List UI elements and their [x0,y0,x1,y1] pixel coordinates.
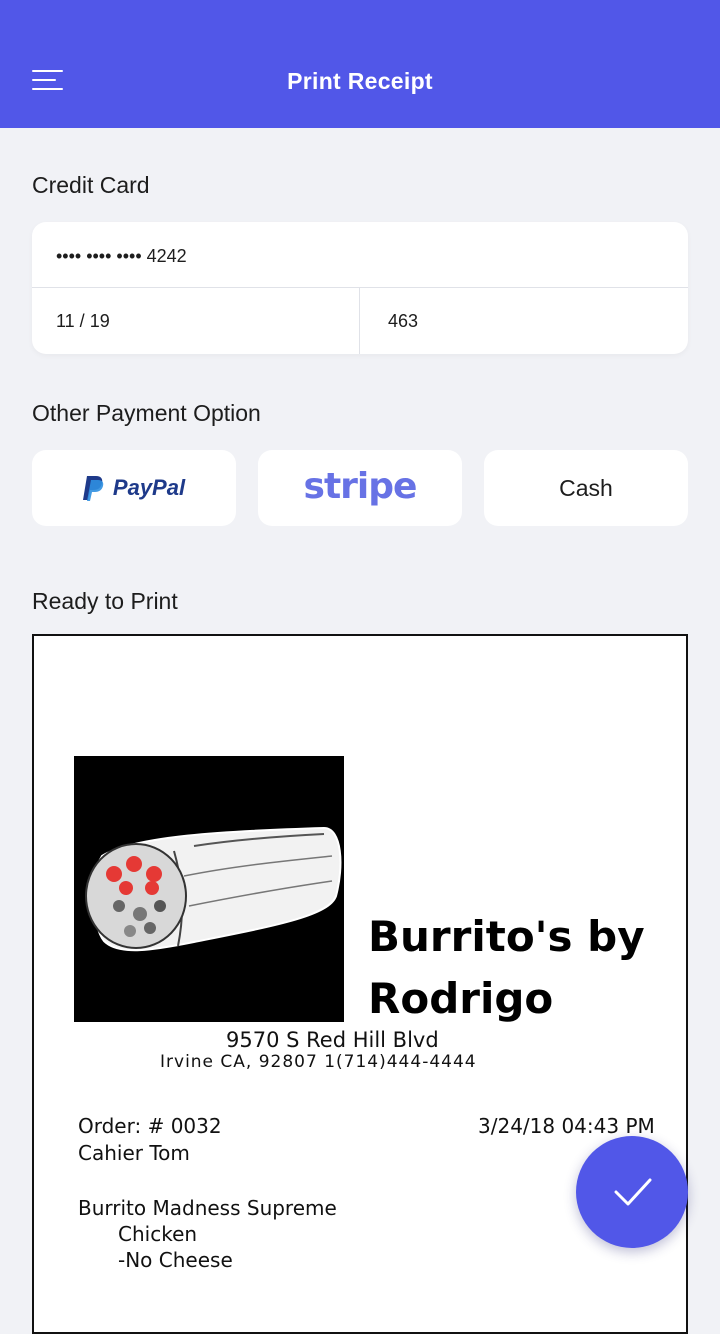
address-line2: Irvine CA, 92807 1(714)444-4444 [160,1052,477,1072]
expiry-value: 11 / 19 [56,311,110,331]
stripe-button[interactable]: stripe [258,450,462,526]
app-header: Print Receipt [0,0,720,128]
address-line1: 9570 S Red Hill Blvd [226,1028,439,1052]
store-name-line2: Rodrigo [368,974,554,1023]
burrito-logo-image [74,756,344,1022]
checkmark-icon [614,1178,652,1206]
cashier-name: Cahier Tom [78,1141,190,1165]
order-datetime: 3/24/18 04:43 PM [478,1114,655,1138]
ready-to-print-label: Ready to Print [32,588,178,614]
card-number-value: •••• •••• •••• 4242 [56,246,187,266]
store-name-line1: Burrito's by [368,912,645,961]
paypal-label: PayPal [112,475,186,500]
confirm-print-button[interactable] [576,1136,688,1248]
paypal-logo-icon [82,476,104,501]
cvc-field[interactable]: 463 [360,288,688,354]
cash-label: Cash [559,474,613,501]
item-option: Chicken [118,1222,198,1246]
cvc-value: 463 [388,311,419,331]
paypal-button[interactable]: PayPal [32,450,236,526]
store-name: Burrito's by Rodrigo [368,906,645,1030]
other-payment-label: Other Payment Option [32,400,261,426]
expiry-field[interactable]: 11 / 19 [32,288,360,354]
cash-button[interactable]: Cash [484,450,688,526]
card-number-field[interactable]: •••• •••• •••• 4242 [32,222,688,288]
order-number: Order: # 0032 [78,1114,222,1138]
credit-card-form: •••• •••• •••• 4242 11 / 19 463 [32,222,688,354]
item-option: -No Cheese [118,1248,233,1272]
item-name: Burrito Madness Supreme [78,1196,337,1220]
page-title: Print Receipt [287,68,433,94]
stripe-logo: stripe [303,465,418,507]
credit-card-label: Credit Card [32,172,150,198]
